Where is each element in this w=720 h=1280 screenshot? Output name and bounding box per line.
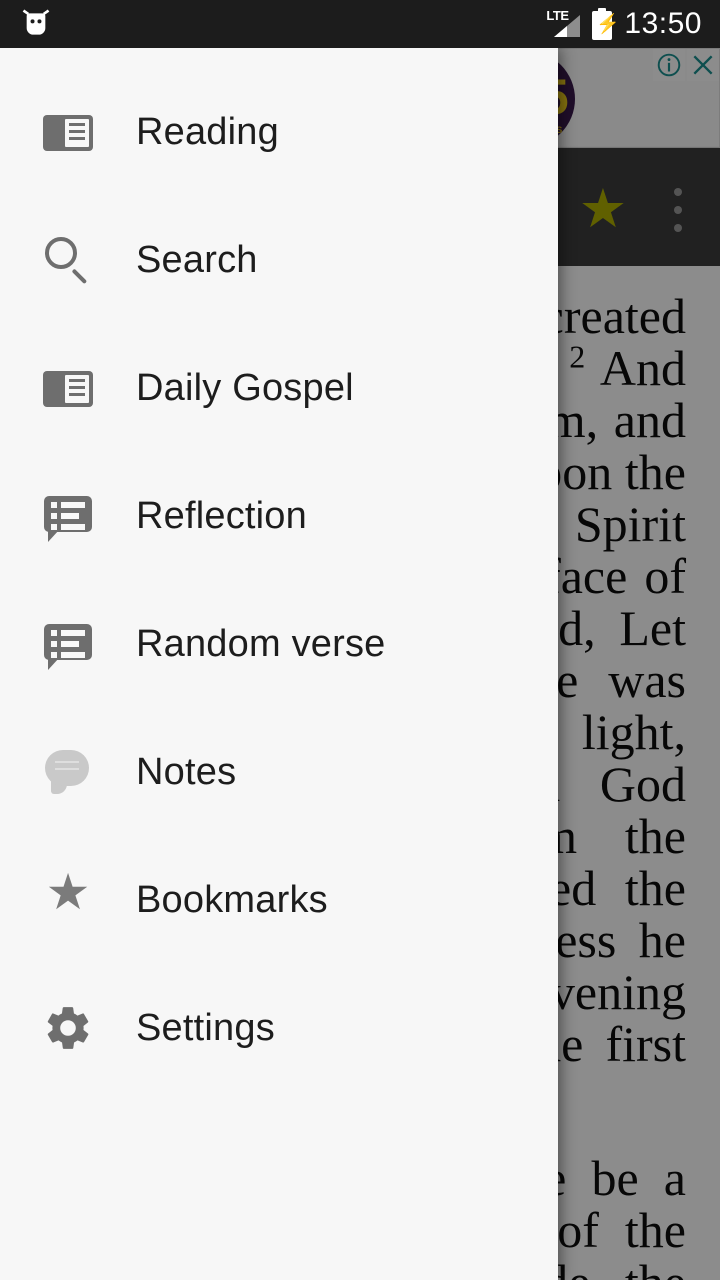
status-bar: LTE ⚡ 13:50 [0, 0, 720, 48]
icon-slot [0, 618, 136, 670]
status-bar-indicators: LTE ⚡ 13:50 [546, 0, 702, 48]
sidebar-item-label: Notes [136, 751, 237, 793]
icon-slot [0, 106, 136, 158]
sidebar-item-daily-gospel[interactable]: Daily Gospel [0, 324, 558, 452]
sidebar-item-label: Reflection [136, 495, 307, 537]
sidebar-item-label: Settings [136, 1007, 275, 1049]
reader-mode-icon [42, 362, 94, 414]
sidebar-item-notes[interactable]: Notes [0, 708, 558, 836]
signal-triangle-icon: LTE [546, 9, 581, 39]
sidebar-item-reflection[interactable]: Reflection [0, 452, 558, 580]
sidebar-item-random-verse[interactable]: Random verse [0, 580, 558, 708]
drawer-item-list: Reading Search Daily Gospel Reflection R… [0, 68, 558, 1092]
sidebar-item-label: Reading [136, 111, 279, 153]
icon-slot [0, 1002, 136, 1054]
status-bar-clock: 13:50 [624, 7, 702, 40]
sidebar-item-settings[interactable]: Settings [0, 964, 558, 1092]
sidebar-item-bookmarks[interactable]: ★ Bookmarks [0, 836, 558, 964]
icon-slot [0, 362, 136, 414]
sidebar-item-search[interactable]: Search [0, 196, 558, 324]
comment-list-icon [42, 618, 94, 670]
phone-screen: TA OR SEMANAS MAIS 175 PROMOCIONAIS [0, 0, 720, 1280]
speech-bubble-icon [42, 746, 94, 798]
search-icon [42, 234, 94, 286]
battery-charging-icon: ⚡ [592, 8, 620, 40]
reader-mode-icon [42, 106, 94, 158]
android-head-icon [20, 8, 52, 40]
comment-list-icon [42, 490, 94, 542]
icon-slot [0, 490, 136, 542]
sidebar-item-reading[interactable]: Reading [0, 68, 558, 196]
icon-slot: ★ [0, 864, 136, 926]
sidebar-item-label: Bookmarks [136, 879, 328, 921]
sidebar-item-label: Daily Gospel [136, 367, 354, 409]
navigation-drawer: Reading Search Daily Gospel Reflection R… [0, 48, 558, 1280]
sidebar-item-label: Random verse [136, 623, 386, 665]
icon-slot [0, 746, 136, 798]
star-icon: ★ [45, 864, 91, 920]
gear-icon [42, 1002, 94, 1054]
signal-triangle-fg [554, 26, 568, 37]
icon-slot [0, 234, 136, 286]
sidebar-item-label: Search [136, 239, 258, 281]
